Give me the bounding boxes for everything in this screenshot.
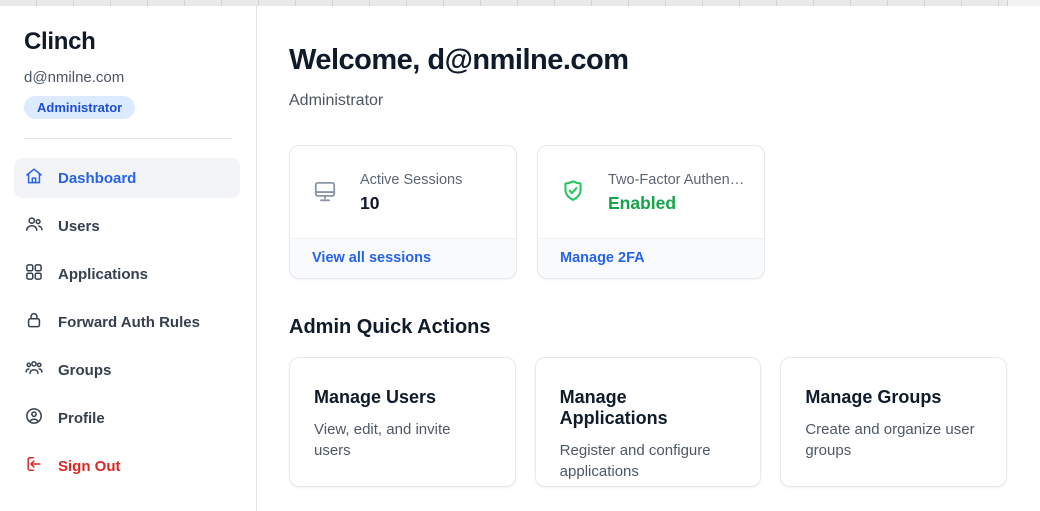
sidebar-item-dashboard[interactable]: Dashboard [14,158,240,198]
sidebar-item-groups[interactable]: Groups [14,350,240,390]
sidebar: Clinch d@nmilne.com Administrator Dashbo… [0,6,257,511]
sidebar-nav: Dashboard Users Applic [14,158,240,486]
stat-value: 10 [360,193,462,214]
sidebar-item-label: Users [58,218,100,235]
sidebar-item-label: Profile [58,410,105,427]
manage-groups-card[interactable]: Manage Groups Create and organize user g… [780,357,1007,487]
sidebar-item-forward-auth-rules[interactable]: Forward Auth Rules [14,302,240,342]
brand-title: Clinch [24,28,240,56]
role-badge: Administrator [24,96,135,119]
manage-applications-card[interactable]: Manage Applications Register and configu… [535,357,762,487]
manage-2fa-link[interactable]: Manage 2FA [538,238,764,278]
shield-check-icon [560,178,586,209]
sidebar-item-label: Groups [58,362,111,379]
action-card-row: Manage Users View, edit, and invite user… [289,357,1007,487]
sidebar-divider [24,138,232,139]
stat-card-row: Active Sessions 10 View all sessions [289,145,1007,279]
sidebar-item-applications[interactable]: Applications [14,254,240,294]
sidebar-item-label: Sign Out [58,458,121,475]
stat-text: Two-Factor Authen… Enabled [608,172,744,214]
user-email: d@nmilne.com [24,69,240,86]
stat-card-body: Two-Factor Authen… Enabled [538,146,764,238]
users-icon [24,214,44,238]
action-card-title: Manage Groups [805,387,982,408]
sidebar-item-label: Dashboard [58,170,136,187]
quick-actions-title: Admin Quick Actions [289,316,1007,339]
sidebar-item-label: Applications [58,266,148,283]
sidebar-item-sign-out[interactable]: Sign Out [14,446,240,486]
action-card-description: View, edit, and invite users [314,419,491,461]
main-content: Welcome, d@nmilne.com Administrator Acti… [257,6,1040,511]
app-window: Clinch d@nmilne.com Administrator Dashbo… [0,6,1040,511]
lock-icon [24,310,44,334]
active-sessions-card: Active Sessions 10 View all sessions [289,145,517,279]
sidebar-item-profile[interactable]: Profile [14,398,240,438]
sidebar-item-label: Forward Auth Rules [58,314,200,331]
action-card-title: Manage Applications [560,387,737,429]
monitor-icon [312,178,338,209]
groups-icon [24,358,44,382]
profile-icon [24,406,44,430]
action-card-description: Create and organize user groups [805,419,982,461]
two-factor-card: Two-Factor Authen… Enabled Manage 2FA [537,145,765,279]
action-card-title: Manage Users [314,387,491,408]
manage-users-card[interactable]: Manage Users View, edit, and invite user… [289,357,516,487]
view-all-sessions-link[interactable]: View all sessions [290,238,516,278]
apps-grid-icon [24,262,44,286]
action-card-description: Register and configure applications [560,440,737,482]
stat-card-body: Active Sessions 10 [290,146,516,238]
home-icon [24,166,44,190]
page-title: Welcome, d@nmilne.com [289,44,1007,77]
sidebar-item-users[interactable]: Users [14,206,240,246]
stat-text: Active Sessions 10 [360,172,462,214]
stat-value: Enabled [608,193,744,214]
role-subtitle: Administrator [289,92,1007,110]
stat-label: Two-Factor Authen… [608,172,744,188]
stat-label: Active Sessions [360,172,462,188]
sign-out-icon [24,454,44,478]
